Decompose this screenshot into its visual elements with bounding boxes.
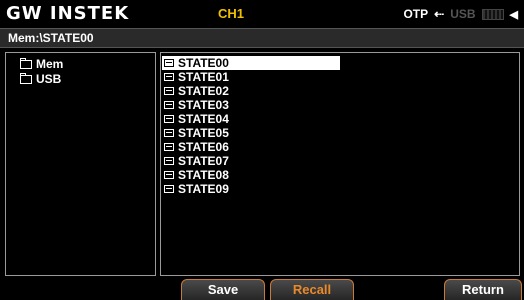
file-label: STATE05 bbox=[178, 126, 229, 140]
tree-item-label: USB bbox=[36, 72, 62, 86]
status-indicators: OTP ⇠ USB ◀ bbox=[403, 5, 518, 23]
file-icon bbox=[164, 59, 174, 67]
usb-icon: ⇠ bbox=[434, 7, 445, 21]
file-label: STATE00 bbox=[178, 56, 229, 70]
otp-indicator: OTP bbox=[403, 7, 429, 21]
file-icon bbox=[164, 157, 174, 165]
file-item-state03[interactable]: STATE03 bbox=[162, 98, 340, 112]
tree-item-label: Mem bbox=[36, 57, 64, 71]
file-item-state05[interactable]: STATE05 bbox=[162, 126, 340, 140]
file-item-state06[interactable]: STATE06 bbox=[162, 140, 340, 154]
file-icon bbox=[164, 87, 174, 95]
file-label: STATE03 bbox=[178, 98, 229, 112]
file-list-panel: STATE00 STATE01 STATE02 STATE03 STATE04 … bbox=[160, 52, 520, 276]
file-item-state00[interactable]: STATE00 bbox=[162, 56, 340, 70]
return-button[interactable]: Return bbox=[444, 279, 522, 300]
tree-item-mem[interactable]: Mem bbox=[20, 57, 63, 71]
file-icon bbox=[164, 129, 174, 137]
save-button[interactable]: Save bbox=[181, 279, 265, 300]
path-bar: Mem:\STATE00 bbox=[0, 28, 524, 48]
file-label: STATE04 bbox=[178, 112, 229, 126]
file-label: STATE07 bbox=[178, 154, 229, 168]
status-bar: GW INSTEK CH1 OTP ⇠ USB ◀ bbox=[0, 0, 524, 28]
file-item-state07[interactable]: STATE07 bbox=[162, 154, 340, 168]
location-tree-panel: Mem USB bbox=[5, 52, 156, 276]
file-label: STATE01 bbox=[178, 70, 229, 84]
file-item-state09[interactable]: STATE09 bbox=[162, 182, 340, 196]
tree-item-usb[interactable]: USB bbox=[20, 72, 61, 86]
file-label: STATE08 bbox=[178, 168, 229, 182]
file-icon bbox=[164, 185, 174, 193]
file-item-state08[interactable]: STATE08 bbox=[162, 168, 340, 182]
file-label: STATE06 bbox=[178, 140, 229, 154]
file-icon bbox=[164, 115, 174, 123]
file-icon bbox=[164, 73, 174, 81]
recall-button[interactable]: Recall bbox=[270, 279, 354, 300]
battery-icon bbox=[481, 8, 504, 20]
file-label: STATE02 bbox=[178, 84, 229, 98]
file-item-state04[interactable]: STATE04 bbox=[162, 112, 340, 126]
file-icon bbox=[164, 171, 174, 179]
brand-logo: GW INSTEK bbox=[6, 3, 130, 24]
file-label: STATE09 bbox=[178, 182, 229, 196]
folder-icon bbox=[20, 57, 32, 69]
file-icon bbox=[164, 143, 174, 151]
folder-icon bbox=[20, 72, 32, 84]
channel-indicator: CH1 bbox=[218, 6, 245, 21]
file-item-state01[interactable]: STATE01 bbox=[162, 70, 340, 84]
speaker-icon: ◀ bbox=[509, 8, 518, 21]
usb-status: USB bbox=[450, 7, 476, 21]
file-item-state02[interactable]: STATE02 bbox=[162, 84, 340, 98]
file-icon bbox=[164, 101, 174, 109]
current-path: Mem:\STATE00 bbox=[8, 31, 94, 45]
